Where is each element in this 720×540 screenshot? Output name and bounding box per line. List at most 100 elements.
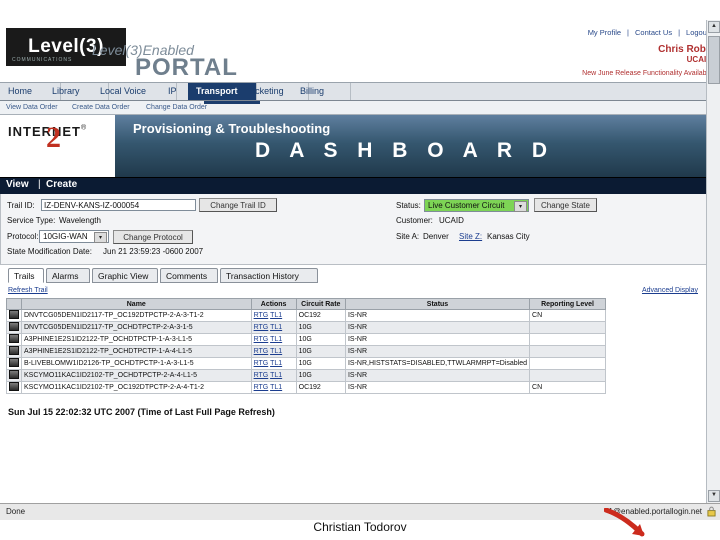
browser-window: Level(3) COMMUNICATIONS Level(3)Enabled … [0,20,720,520]
row-device-icon-cell [6,381,22,394]
tab-transaction-history[interactable]: Transaction History [220,268,318,283]
red-arrow-annotation [604,508,645,537]
tab-trails[interactable]: Trails [8,268,44,283]
cell-actions[interactable]: RTG TL1 [250,381,297,394]
cell-actions[interactable]: RTG TL1 [250,309,297,322]
cell-status: IS-NR [344,309,531,322]
user-info: Chris Robb UCAID [658,44,712,64]
page-scrollbar[interactable]: ▲ ▼ [706,20,720,520]
nav-item-billing[interactable]: Billing [292,83,351,100]
page-header: Level(3) COMMUNICATIONS Level(3)Enabled … [0,20,720,82]
status-label: Status: [396,201,421,210]
last-refresh-text: Sun Jul 15 22:02:32 UTC 2007 (Time of La… [8,407,275,417]
cell-rate: 10G [295,357,346,370]
row-device-icon-cell [6,345,22,358]
tl1-link[interactable]: TL1 [270,360,282,367]
detail-tabs: Trails Alarms Graphic View Comments Tran… [0,268,720,285]
top-links: My Profile | Contact Us | Logout [585,28,712,37]
th-actions: Actions [250,298,297,310]
cell-rate: OC192 [295,309,346,322]
refresh-trail-link[interactable]: Refresh Trail [8,287,48,294]
link-my-profile[interactable]: My Profile [585,28,624,37]
protocol-select-value: 10GIG-WAN [43,232,88,241]
rtg-link[interactable]: RTG [254,312,269,319]
tl1-link[interactable]: TL1 [270,336,282,343]
cell-rate: OC192 [295,381,346,394]
cell-actions[interactable]: RTG TL1 [250,345,297,358]
subnav-view-data-order[interactable]: View Data Order [0,101,64,114]
site-a-value: Denver [423,232,449,241]
table-row[interactable]: DNVTCG05DEN1ID2117-TP_OC192DTPCTP-2-A-3-… [6,309,606,322]
scroll-up-arrow-icon[interactable]: ▲ [708,21,720,33]
internet2-registered-icon: ® [81,124,87,132]
cell-reporting: CN [529,381,606,394]
service-type-value: Wavelength [59,216,101,225]
subnav-change-data-order[interactable]: Change Data Order [140,101,213,114]
create-link[interactable]: Create [46,179,77,190]
release-note: New June Release Functionality Available [582,70,712,77]
state-mod-date-value: Jun 21 23:59:23 -0600 2007 [103,247,204,256]
table-row[interactable]: DNVTCG05DEN1ID2117-TP_OCHDTPCTP-2-A-3-1-… [6,321,606,334]
chevron-down-icon-status: ▾ [514,201,527,212]
portal-wordmark: PORTAL [135,54,238,81]
trail-id-label: Trail ID: [7,201,35,210]
cell-actions[interactable]: RTG TL1 [250,321,297,334]
banner-image: Provisioning & Troubleshooting D A S H B… [115,115,720,177]
tl1-link[interactable]: TL1 [270,372,282,379]
device-icon [9,382,19,391]
cell-actions[interactable]: RTG TL1 [250,333,297,346]
rtg-link[interactable]: RTG [254,324,269,331]
internet2-numeral: 2 [46,121,61,154]
rtg-link[interactable]: RTG [254,360,269,367]
user-customer-id: UCAID [686,55,712,64]
protocol-select[interactable]: 10GIG-WAN ▾ [39,230,109,243]
cell-actions[interactable]: RTG TL1 [250,369,297,382]
scrollbar-thumb[interactable] [708,36,720,84]
tab-comments[interactable]: Comments [160,268,218,283]
device-icon [9,334,19,343]
sub-nav: View Data Order Create Data Order Change… [0,101,720,115]
cell-name: DNVTCG05DEN1ID2117-TP_OC192DTPCTP-2-A-3-… [21,309,252,322]
table-row[interactable]: KSCYMO11KAC1ID2102-TP_OC192DTPCTP-2-A-4-… [6,381,606,394]
cell-reporting [529,333,606,346]
rtg-link[interactable]: RTG [254,336,269,343]
change-protocol-button[interactable]: Change Protocol [113,230,193,244]
tab-alarms[interactable]: Alarms [46,268,90,283]
tab-graphic-view[interactable]: Graphic View [92,268,158,283]
cell-rate: 10G [295,345,346,358]
tl1-link[interactable]: TL1 [270,324,282,331]
device-icon [9,358,19,367]
table-row[interactable]: KSCYMO11KAC1ID2102-TP_OCHDTPCTP-2-A-4-L1… [6,369,606,382]
cell-name: DNVTCG05DEN1ID2117-TP_OCHDTPCTP-2-A-3-1-… [21,321,252,334]
banner-title: Provisioning & Troubleshooting [133,121,331,136]
cell-status: IS-NR [344,321,531,334]
tl1-link[interactable]: TL1 [270,348,282,355]
rtg-link[interactable]: RTG [254,384,269,391]
cell-actions[interactable]: RTG TL1 [250,357,297,370]
link-contact-us[interactable]: Contact Us [632,28,675,37]
trail-id-input[interactable]: IZ-DENV-KANS-IZ-000054 [41,199,196,211]
change-trail-id-button[interactable]: Change Trail ID [199,198,277,212]
table-body: DNVTCG05DEN1ID2117-TP_OC192DTPCTP-2-A-3-… [6,309,606,394]
scroll-down-arrow-icon[interactable]: ▼ [708,490,720,502]
table-row[interactable]: A3PHINE1E2S1ID2122-TP_OCHDTPCTP-1-A-3-L1… [6,333,606,346]
cell-status: IS-NR [344,381,531,394]
advanced-display-link[interactable]: Advanced Display [642,287,698,294]
subnav-create-data-order[interactable]: Create Data Order [66,101,136,114]
rtg-link[interactable]: RTG [254,372,269,379]
site-z-label[interactable]: Site Z: [459,232,482,241]
table-row[interactable]: B-LIVEBLOMW1ID2126-TP_OCHDTPCTP-1-A-3-L1… [6,357,606,370]
row-device-icon-cell [6,357,22,370]
rtg-link[interactable]: RTG [254,348,269,355]
cell-name: KSCYMO11KAC1ID2102-TP_OC192DTPCTP-2-A-4-… [21,381,252,394]
table-row[interactable]: A3PHINE1E2S1ID2122-TP_OCHDTPCTP-1-A-4-L1… [6,345,606,358]
banner-dashboard-word: D A S H B O A R D [255,139,555,162]
status-select[interactable]: Live Customer Circuit ▾ [424,199,529,212]
view-link[interactable]: View [6,179,29,190]
screenshot-root: Level(3) COMMUNICATIONS Level(3)Enabled … [0,0,720,540]
cell-name: KSCYMO11KAC1ID2102-TP_OCHDTPCTP-2-A-4-L1… [21,369,252,382]
tl1-link[interactable]: TL1 [270,384,282,391]
cell-name: A3PHINE1E2S1ID2122-TP_OCHDTPCTP-1-A-3-L1… [21,333,252,346]
change-state-button[interactable]: Change State [534,198,597,212]
tl1-link[interactable]: TL1 [270,312,282,319]
